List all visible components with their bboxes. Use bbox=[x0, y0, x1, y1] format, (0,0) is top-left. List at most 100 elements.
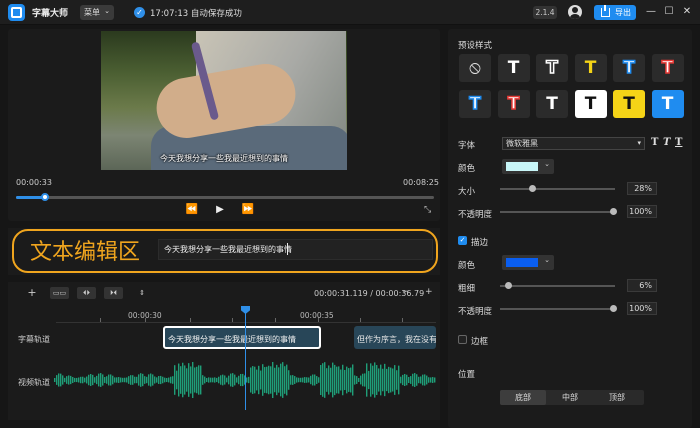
preset-style-red-stroke[interactable]: T bbox=[651, 54, 684, 82]
text-color-picker[interactable]: ⌄ bbox=[502, 159, 554, 174]
preset-style-none[interactable]: ⦸ bbox=[459, 54, 491, 82]
play-icon[interactable]: ▶ bbox=[213, 204, 227, 216]
slider-handle[interactable] bbox=[504, 282, 512, 289]
waveform-bar bbox=[102, 374, 104, 386]
video-preview[interactable]: 今天我想分享一些我最近想到的事情 bbox=[101, 31, 347, 170]
italic-icon[interactable]: T bbox=[663, 137, 670, 148]
bold-icon[interactable]: T bbox=[651, 137, 658, 148]
fast-forward-icon[interactable]: ⏩ bbox=[241, 204, 255, 216]
text-edit-label: 文本编辑区 bbox=[30, 240, 141, 265]
preset-style-yellow[interactable]: T bbox=[574, 54, 607, 82]
rewind-icon[interactable]: ⏪ bbox=[185, 204, 199, 216]
waveform-bar bbox=[194, 367, 196, 393]
preset-style-blue-stroke-2[interactable]: T bbox=[459, 90, 491, 118]
subtitle-clip-text: 但作为序言，我在没有 bbox=[357, 335, 436, 344]
tick bbox=[360, 318, 361, 322]
subtitle-track-label: 字幕轨道 bbox=[18, 335, 50, 344]
waveform-bar bbox=[108, 374, 110, 386]
waveform-bar bbox=[272, 362, 274, 398]
position-top[interactable]: 顶部 bbox=[594, 390, 640, 405]
position-middle[interactable]: 中部 bbox=[547, 390, 593, 405]
zoom-in-button[interactable]: + bbox=[425, 287, 433, 297]
waveform-bar bbox=[336, 366, 338, 394]
minimize-button[interactable]: — bbox=[644, 5, 658, 19]
waveform-bar bbox=[150, 373, 152, 387]
preset-style-blue-stroke[interactable]: T bbox=[613, 54, 645, 82]
preset-style-outline-white[interactable]: T bbox=[536, 54, 568, 82]
merge-left-button[interactable]: ⏴⏵ bbox=[77, 287, 96, 299]
font-value: 微软雅黑 bbox=[506, 139, 538, 148]
waveform-bar bbox=[200, 365, 202, 395]
waveform-bar bbox=[232, 373, 234, 387]
fullscreen-icon[interactable]: ⤡ bbox=[424, 205, 431, 215]
waveform-bar bbox=[254, 366, 256, 394]
preset-style-black-on-white[interactable]: T bbox=[574, 90, 607, 118]
waveform-bar bbox=[394, 365, 396, 395]
waveform-bar bbox=[192, 362, 194, 398]
font-label: 字体 bbox=[458, 141, 476, 151]
merge-right-button[interactable]: ⏵⏴ bbox=[104, 287, 123, 299]
waveform-bar bbox=[372, 365, 374, 395]
close-button[interactable]: ✕ bbox=[680, 5, 694, 19]
progress-bar[interactable] bbox=[16, 193, 434, 201]
preset-style-black-on-yellow[interactable]: T bbox=[613, 90, 645, 118]
user-icon[interactable] bbox=[568, 5, 582, 19]
waveform-bar bbox=[54, 378, 56, 382]
size-slider[interactable] bbox=[500, 185, 615, 192]
waveform-bar bbox=[350, 367, 352, 393]
waveform-bar bbox=[298, 377, 300, 383]
waveform-bar bbox=[94, 377, 96, 383]
preset-title: 预设样式 bbox=[458, 41, 493, 51]
slider-handle[interactable] bbox=[610, 208, 617, 215]
stroke-width-slider[interactable] bbox=[500, 282, 615, 289]
add-subtitle-button[interactable]: + bbox=[24, 287, 40, 299]
waveform-bar bbox=[256, 369, 258, 391]
border-checkbox[interactable] bbox=[458, 335, 467, 344]
preset-style-white-2[interactable]: T bbox=[536, 90, 568, 118]
waveform-bar bbox=[174, 365, 176, 395]
preset-style-white[interactable]: T bbox=[497, 54, 530, 82]
waveform-bar bbox=[190, 366, 192, 394]
size-value[interactable]: 28% bbox=[627, 182, 657, 195]
position-bottom[interactable]: 底部 bbox=[500, 390, 546, 405]
maximize-button[interactable]: ☐ bbox=[662, 5, 676, 19]
opacity-value[interactable]: 100% bbox=[627, 205, 657, 218]
slider-handle[interactable] bbox=[610, 305, 617, 312]
preset-style-white-on-blue[interactable]: T bbox=[651, 90, 684, 118]
waveform-bar bbox=[166, 377, 168, 383]
total-time: 00:08:25 bbox=[403, 178, 439, 187]
waveform-bar bbox=[138, 374, 140, 386]
waveform-bar bbox=[344, 369, 346, 391]
waveform-bar bbox=[222, 374, 224, 386]
waveform-bar bbox=[280, 363, 282, 397]
zoom-out-button[interactable]: − bbox=[402, 287, 410, 297]
waveform-bar bbox=[432, 377, 434, 383]
waveform-bar bbox=[146, 376, 148, 384]
playhead[interactable] bbox=[245, 306, 246, 410]
stroke-opacity-value[interactable]: 100% bbox=[627, 302, 657, 315]
waveform-bar bbox=[114, 377, 116, 383]
export-button[interactable]: 导出 bbox=[594, 5, 636, 20]
stroke-color-picker[interactable]: ⌄ bbox=[502, 255, 554, 270]
waveform-bar bbox=[250, 367, 252, 393]
menu-button[interactable]: 菜单 ⌄ bbox=[80, 5, 114, 20]
opacity-slider[interactable] bbox=[500, 208, 617, 215]
font-select[interactable]: 微软雅黑 ▾ bbox=[502, 137, 645, 150]
split-button[interactable]: ▭▭ bbox=[50, 287, 69, 299]
waveform-bar bbox=[370, 363, 372, 397]
waveform-bar bbox=[242, 373, 244, 387]
waveform-bar bbox=[418, 376, 420, 384]
waveform-bar bbox=[380, 364, 382, 396]
underline-icon[interactable]: T bbox=[675, 137, 682, 148]
waveform-bar bbox=[172, 376, 174, 384]
delete-button[interactable]: ⇕ bbox=[136, 287, 148, 299]
waveform-bar bbox=[62, 375, 64, 385]
waveform-bar bbox=[278, 367, 280, 393]
stroke-opacity-slider[interactable] bbox=[500, 305, 617, 312]
stroke-checkbox[interactable]: ✓ bbox=[458, 236, 467, 245]
stroke-width-value[interactable]: 6% bbox=[627, 279, 657, 292]
waveform-bar bbox=[398, 365, 400, 395]
check-icon: ✓ bbox=[134, 7, 145, 18]
preset-style-red-stroke-2[interactable]: T bbox=[497, 90, 530, 118]
waveform-bar bbox=[414, 373, 416, 387]
